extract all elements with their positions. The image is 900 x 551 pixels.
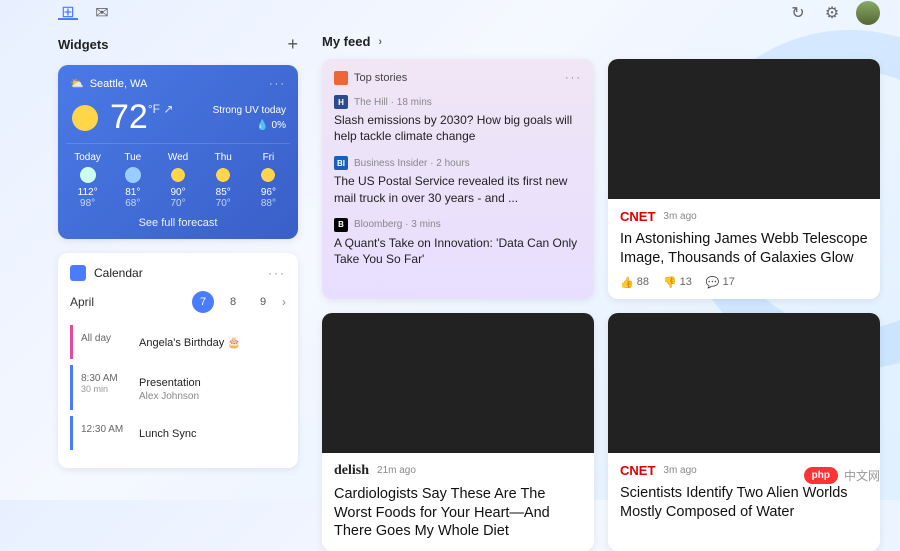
calendar-day[interactable]: 7 xyxy=(192,291,214,313)
news-card[interactable]: delish 21m ago Cardiologists Say These Ar… xyxy=(322,313,594,551)
weather-precip: 💧 0% xyxy=(213,118,286,133)
forecast-day[interactable]: Wed90°70° xyxy=(156,152,199,209)
news-card[interactable]: CNET 3m ago Scientists Identify Two Alien… xyxy=(608,313,880,551)
calendar-icon xyxy=(70,265,86,281)
forecast-day[interactable]: Today112°98° xyxy=(66,152,109,209)
watermark: php 中文网 xyxy=(804,467,880,484)
calendar-day[interactable]: 9 xyxy=(252,291,274,313)
calendar-event[interactable]: 8:30 AM30 minPresentationAlex Johnson xyxy=(70,365,286,410)
calendar-event[interactable]: 12:30 AMLunch Sync xyxy=(70,416,286,450)
story-item[interactable]: BIBusiness Insider · 2 hoursThe US Posta… xyxy=(334,156,582,205)
weather-temp: 72 xyxy=(110,98,148,137)
mail-tab-icon[interactable]: ✉ xyxy=(92,6,112,20)
news-time: 3m ago xyxy=(663,465,696,476)
weather-sun-icon: ⛅ xyxy=(70,77,84,90)
dislike-button[interactable]: 👎 13 xyxy=(663,276,692,289)
weather-card[interactable]: ⛅ Seattle, WA ··· 72 °F ↗ Strong UV toda… xyxy=(58,65,298,239)
calendar-title: Calendar xyxy=(94,266,143,280)
weather-uv: Strong UV today xyxy=(213,103,286,118)
feed-title: My feed xyxy=(322,34,370,49)
story-item[interactable]: BBloomberg · 3 minsA Quant's Take on Inn… xyxy=(334,218,582,267)
news-time: 21m ago xyxy=(377,465,416,476)
feed-chevron-icon[interactable]: › xyxy=(378,36,382,48)
news-card[interactable]: CNET 3m ago In Astonishing James Webb Tel… xyxy=(608,59,880,299)
calendar-days: 789 › xyxy=(192,291,286,313)
calendar-next-icon[interactable]: › xyxy=(282,295,286,309)
forecast-day[interactable]: Thu85°70° xyxy=(202,152,245,209)
weather-menu-icon[interactable]: ··· xyxy=(269,78,286,90)
like-button[interactable]: 👍 88 xyxy=(620,276,649,289)
top-stories-icon xyxy=(334,71,348,85)
calendar-day[interactable]: 8 xyxy=(222,291,244,313)
full-forecast-link[interactable]: See full forecast xyxy=(70,217,286,229)
widgets-title: Widgets xyxy=(58,37,108,52)
top-stories-label: Top stories xyxy=(354,72,407,84)
forecast-day[interactable]: Tue81°68° xyxy=(111,152,154,209)
forecast-row: Today112°98°Tue81°68°Wed90°70°Thu85°70°F… xyxy=(66,143,290,209)
news-headline: Cardiologists Say These Are The Worst Fo… xyxy=(334,485,582,542)
calendar-event[interactable]: All dayAngela's Birthday 🎂 xyxy=(70,325,286,359)
weather-location: Seattle, WA xyxy=(90,78,148,90)
news-headline: In Astonishing James Webb Telescope Imag… xyxy=(620,230,868,268)
calendar-month: April xyxy=(70,295,94,309)
news-image xyxy=(608,313,880,453)
news-time: 3m ago xyxy=(663,211,696,222)
news-brand: delish xyxy=(334,463,369,479)
home-tab-icon[interactable]: ⊞ xyxy=(58,6,78,20)
forecast-day[interactable]: Fri96°88° xyxy=(247,152,290,209)
news-headline: Scientists Identify Two Alien Worlds Mos… xyxy=(620,484,868,522)
news-image xyxy=(322,313,594,453)
refresh-icon[interactable]: ↻ xyxy=(788,6,808,20)
top-stories-card[interactable]: Top stories ··· HThe Hill · 18 minsSlash… xyxy=(322,59,594,299)
calendar-events: All dayAngela's Birthday 🎂 8:30 AM30 minP… xyxy=(70,325,286,450)
settings-icon[interactable]: ⚙ xyxy=(822,6,842,20)
topbar: ⊞ ✉ ↻ ⚙ xyxy=(0,0,900,22)
news-brand: CNET xyxy=(620,209,655,224)
calendar-menu-icon[interactable]: ··· xyxy=(268,266,286,280)
story-item[interactable]: HThe Hill · 18 minsSlash emissions by 20… xyxy=(334,95,582,144)
add-widget-button[interactable]: + xyxy=(287,34,298,55)
comment-button[interactable]: 💬 17 xyxy=(706,276,735,289)
news-image xyxy=(608,59,880,199)
news-brand: CNET xyxy=(620,463,655,478)
calendar-card[interactable]: Calendar ··· April 789 › All dayAngela's … xyxy=(58,253,298,468)
top-stories-menu-icon[interactable]: ··· xyxy=(565,72,582,84)
sun-icon xyxy=(70,103,100,133)
